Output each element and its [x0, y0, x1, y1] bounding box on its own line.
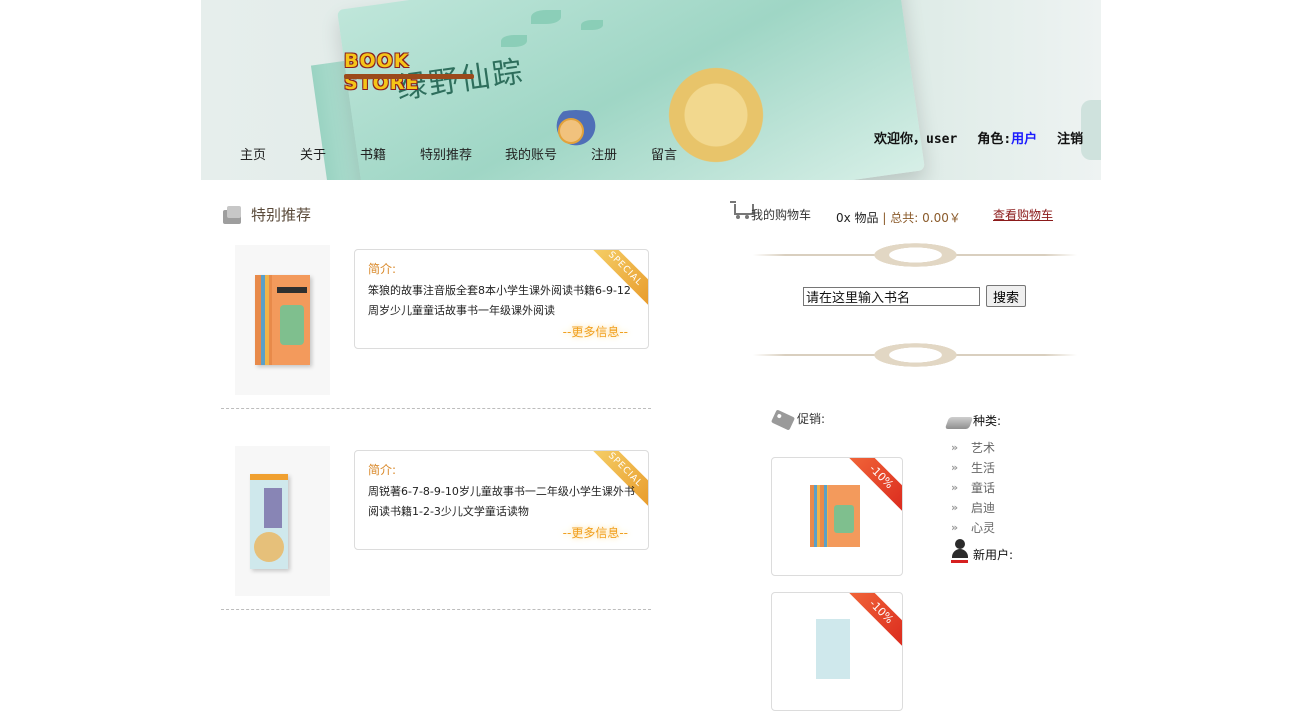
ornament-divider	[753, 240, 1077, 270]
more-info-link[interactable]: --更多信息--	[563, 323, 628, 340]
shopping-cart-summary: 我的购物车 0x 物品 | 总共: 0.00￥ 查看购物车	[730, 199, 1090, 225]
promo-card[interactable]: -10%	[771, 457, 903, 576]
featured-product: SPECIAL 简介: 周锐著6-7-8-9-10岁儿童故事书一二年级小学生课外…	[221, 408, 651, 610]
product-description: 周锐著6-7-8-9-10岁儿童故事书一二年级小学生课外书阅读书籍1-2-3少儿…	[368, 485, 635, 518]
category-item[interactable]: » 童话	[951, 477, 995, 497]
username: user	[926, 132, 958, 147]
product-image[interactable]	[235, 446, 330, 596]
box-icon	[221, 205, 243, 224]
promotions-title: 促销:	[797, 412, 826, 426]
category-item[interactable]: » 生活	[951, 457, 995, 477]
nav-about[interactable]: 关于	[300, 144, 360, 163]
nav-books[interactable]: 书籍	[360, 144, 420, 163]
view-cart-link[interactable]: 查看购物车	[993, 206, 1053, 223]
cart-total: 总共: 0.00￥	[890, 211, 961, 225]
nav-messages[interactable]: 留言	[651, 144, 691, 163]
search-form: 搜索	[803, 285, 1027, 307]
featured-product: SPECIAL 简介: 笨狼的故事注音版全套8本小学生课外阅读书籍6-9-12周…	[221, 235, 651, 409]
welcome-text: 欢迎你，	[874, 132, 927, 147]
new-users-label: 新用户:	[973, 548, 1014, 562]
chevron-right-icon: »	[951, 480, 959, 494]
category-item[interactable]: » 艺术	[951, 437, 995, 457]
category-item[interactable]: » 启迪	[951, 497, 995, 517]
page: 绿野仙踪 BOOK STORE 主页 关于 书籍 特别推荐 我的账号 注册 留言…	[201, 0, 1101, 711]
search-button[interactable]: 搜索	[986, 285, 1027, 307]
chevron-right-icon: »	[951, 520, 959, 534]
chevron-right-icon: »	[951, 500, 959, 514]
logo-text: BOOK STORE	[344, 50, 420, 94]
cart-totals: 0x 物品 | 总共: 0.00￥	[836, 211, 961, 225]
promo-card[interactable]: -10%	[771, 592, 903, 711]
product-intro-card: SPECIAL 简介: 周锐著6-7-8-9-10岁儿童故事书一二年级小学生课外…	[354, 450, 649, 550]
categories-heading: 种类:	[944, 412, 1002, 429]
role-value: 用户	[1011, 132, 1038, 147]
cart-label: 我的购物车	[751, 208, 812, 222]
nav-my-account[interactable]: 我的账号	[505, 144, 591, 163]
shopping-cart-icon	[730, 200, 754, 219]
new-users-heading: 新用户:	[951, 539, 1013, 563]
category-list: » 艺术 » 生活 » 童话 » 启迪 » 心灵	[951, 437, 995, 537]
chevron-right-icon: »	[951, 440, 959, 454]
categories-title: 种类:	[973, 414, 1002, 428]
category-item[interactable]: » 心灵	[951, 517, 995, 537]
logout-link[interactable]: 注销	[1057, 132, 1083, 147]
search-input[interactable]	[803, 286, 980, 306]
store-logo[interactable]: BOOK STORE	[344, 50, 474, 94]
nav-featured[interactable]: 特别推荐	[420, 144, 505, 163]
chevron-right-icon: »	[951, 460, 959, 474]
role-label: 角色:	[977, 132, 1012, 147]
product-description: 笨狼的故事注音版全套8本小学生课外阅读书籍6-9-12周岁少儿童童话故事书一年级…	[368, 284, 631, 317]
user-bar: 欢迎你，user 角色:用户 注销	[874, 128, 1083, 147]
product-intro-card: SPECIAL 简介: 笨狼的故事注音版全套8本小学生课外阅读书籍6-9-12周…	[354, 249, 649, 349]
cart-count: 0x 物品	[836, 211, 879, 225]
ornament-divider	[753, 340, 1077, 370]
product-image[interactable]	[235, 245, 330, 395]
discount-badge: -10%	[842, 593, 902, 651]
promotions-heading: 促销:	[770, 409, 826, 431]
intro-label: 简介:	[368, 463, 397, 477]
more-info-link[interactable]: --更多信息--	[563, 524, 628, 541]
featured-heading: 特别推荐	[221, 204, 311, 225]
nav-home[interactable]: 主页	[240, 144, 300, 163]
intro-label: 简介:	[368, 262, 397, 276]
header-banner: 绿野仙踪 BOOK STORE 主页 关于 书籍 特别推荐 我的账号 注册 留言…	[201, 0, 1101, 180]
category-icon	[944, 417, 974, 429]
nav-register[interactable]: 注册	[591, 144, 651, 163]
main-nav: 主页 关于 书籍 特别推荐 我的账号 注册 留言	[240, 144, 691, 163]
price-tag-icon	[770, 409, 796, 431]
featured-title: 特别推荐	[251, 206, 312, 224]
user-icon	[951, 539, 968, 563]
